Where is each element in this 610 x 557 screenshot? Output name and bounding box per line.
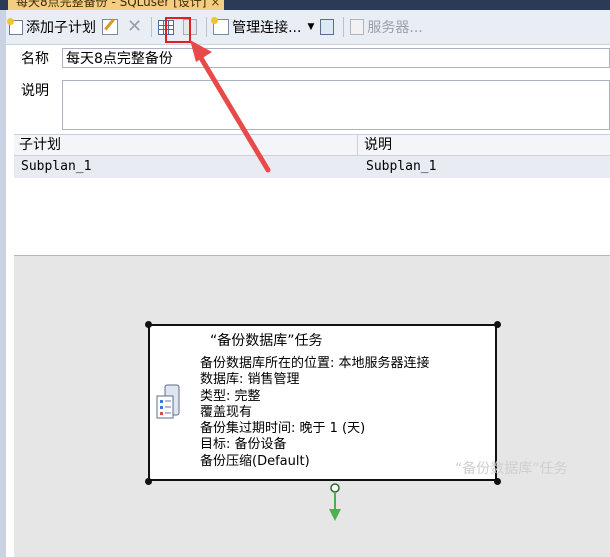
task-detail-line: 备份集过期时间: 晚于 1 (天) [200, 421, 366, 437]
toolbar-separator [343, 17, 345, 37]
resize-handle[interactable] [494, 321, 501, 328]
task-title: “备份数据库”任务 [210, 333, 323, 349]
toolbar-separator [206, 17, 208, 37]
edit-subplan-button[interactable] [99, 14, 124, 40]
subplan-grid: 子计划 说明 Subplan_1 Subplan_1 [14, 134, 610, 256]
document-tab-strip: 每天8点完整备份 - SQLuser [设计] × [0, 0, 610, 10]
backup-task-icon [156, 384, 180, 419]
document-tab-title: 每天8点完整备份 - SQLuser [设计] [16, 0, 207, 9]
highlight-box [165, 17, 191, 43]
task-detail-line: 数据库: 销售管理 [200, 372, 300, 388]
add-subplan-icon [7, 17, 23, 35]
toolbar-separator [151, 17, 153, 37]
backup-database-task[interactable]: “备份数据库”任务 备份数据库所在的位置: 本地服务器连接 数据库: 销售管理 … [148, 324, 497, 481]
task-detail-line: 备份数据库所在的位置: 本地服务器连接 [200, 356, 430, 371]
chevron-down-icon[interactable]: ▼ [307, 22, 314, 32]
servers-label: 服务器... [367, 20, 423, 36]
manage-connections-label: 管理连接... [232, 20, 302, 36]
grid-header: 子计划 说明 [14, 135, 610, 156]
column-header-description[interactable]: 说明 [364, 135, 392, 155]
task-details: 备份数据库所在的位置: 本地服务器连接 数据库: 销售管理 类型: 完整 覆盖现… [200, 356, 430, 470]
delete-subplan-button[interactable]: ✕ [124, 14, 148, 40]
toolbar: 添加子计划 ✕ 管理连接... ▼ 服务器... [6, 10, 610, 45]
delete-icon: ✕ [127, 16, 143, 37]
task-detail-line: 覆盖现有 [200, 404, 253, 420]
resize-handle[interactable] [145, 321, 152, 328]
edit-icon [102, 19, 118, 35]
left-sidebar-strip [0, 10, 6, 557]
column-header-subplan[interactable]: 子计划 [19, 135, 61, 155]
description-label: 说明 [21, 83, 49, 99]
precedence-connector[interactable] [329, 483, 341, 523]
document-icon [320, 19, 335, 35]
server-icon [350, 19, 365, 35]
resize-handle[interactable] [145, 478, 152, 485]
table-row[interactable]: Subplan_1 Subplan_1 [14, 156, 610, 178]
cell-description: Subplan_1 [366, 159, 437, 174]
name-label: 名称 [21, 51, 49, 67]
add-subplan-label: 添加子计划 [26, 20, 96, 36]
name-field[interactable]: 每天8点完整备份 [62, 48, 610, 68]
reporting-button[interactable] [317, 14, 340, 40]
manage-connections-button[interactable]: 管理连接... ▼ [210, 14, 317, 40]
cell-subplan: Subplan_1 [21, 159, 92, 174]
task-detail-line: 类型: 完整 [200, 388, 261, 404]
task-detail-line: 目标: 备份设备 [200, 437, 287, 453]
add-subplan-button[interactable]: 添加子计划 [6, 14, 99, 40]
resize-handle[interactable] [494, 478, 501, 485]
task-detail-line: 备份压缩(Default) [200, 453, 310, 469]
description-field[interactable] [62, 80, 610, 130]
document-tab[interactable]: 每天8点完整备份 - SQLuser [设计] × [8, 0, 225, 10]
servers-button[interactable]: 服务器... [347, 14, 425, 40]
task-ghost-label: “备份数据库”任务 [455, 461, 568, 477]
close-tab-icon[interactable]: × [210, 0, 220, 10]
connection-icon [211, 17, 230, 35]
column-divider[interactable] [357, 135, 358, 155]
